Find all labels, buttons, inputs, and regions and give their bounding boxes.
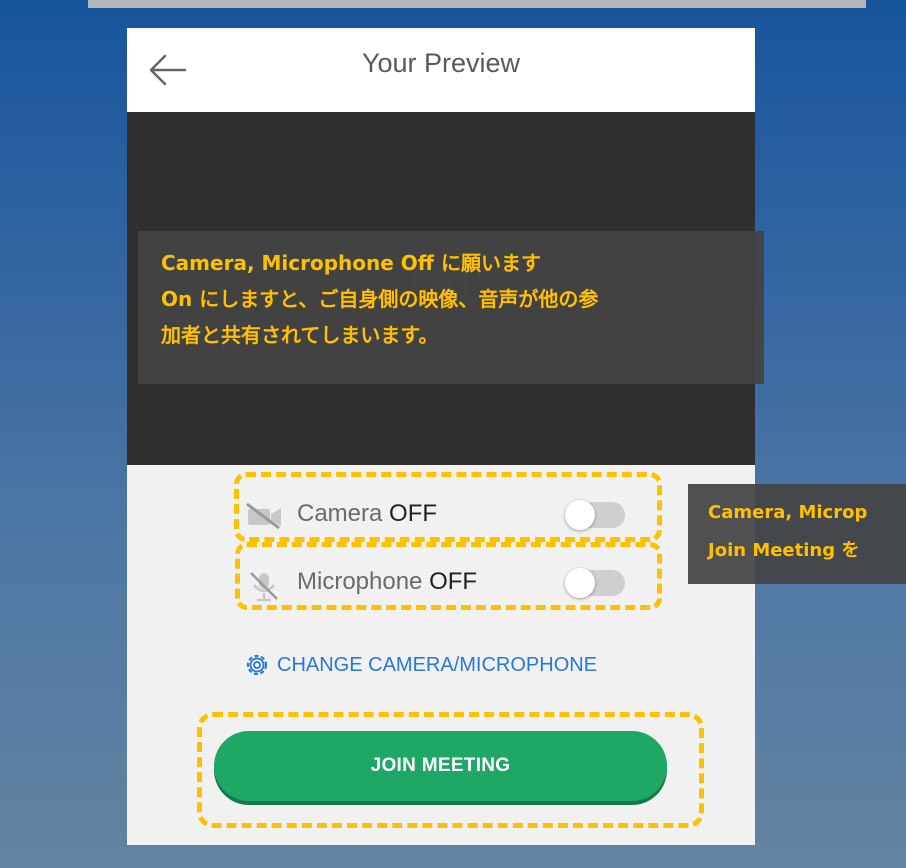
video-annotation-line-1: Camera, Microphone Off に願います <box>161 251 541 275</box>
video-annotation-line-3: 加者と共有されてしまいます。 <box>161 323 439 347</box>
side-annotation-line-2: Join Meeting を <box>708 540 860 561</box>
gear-icon <box>246 654 268 676</box>
join-highlight-frame <box>197 712 704 828</box>
header: Your Preview <box>127 28 755 112</box>
change-link-label: CHANGE CAMERA/MICROPHONE <box>277 653 598 676</box>
page-title: Your Preview <box>361 48 521 78</box>
camera-highlight-frame <box>234 472 662 542</box>
side-annotation-line-1: Camera, Microp <box>708 502 868 523</box>
microphone-highlight-frame <box>235 542 662 610</box>
side-annotation: Camera, Microp Join Meeting を <box>688 484 906 584</box>
top-bar <box>88 0 866 8</box>
change-camera-microphone-link[interactable]: CHANGE CAMERA/MICROPHONE <box>243 650 597 680</box>
video-annotation-line-2: On にしますと、ご自身側の映像、音声が他の参 <box>161 287 599 311</box>
video-annotation: Camera, Microphone Off に願います On にしますと、ご自… <box>138 231 764 384</box>
